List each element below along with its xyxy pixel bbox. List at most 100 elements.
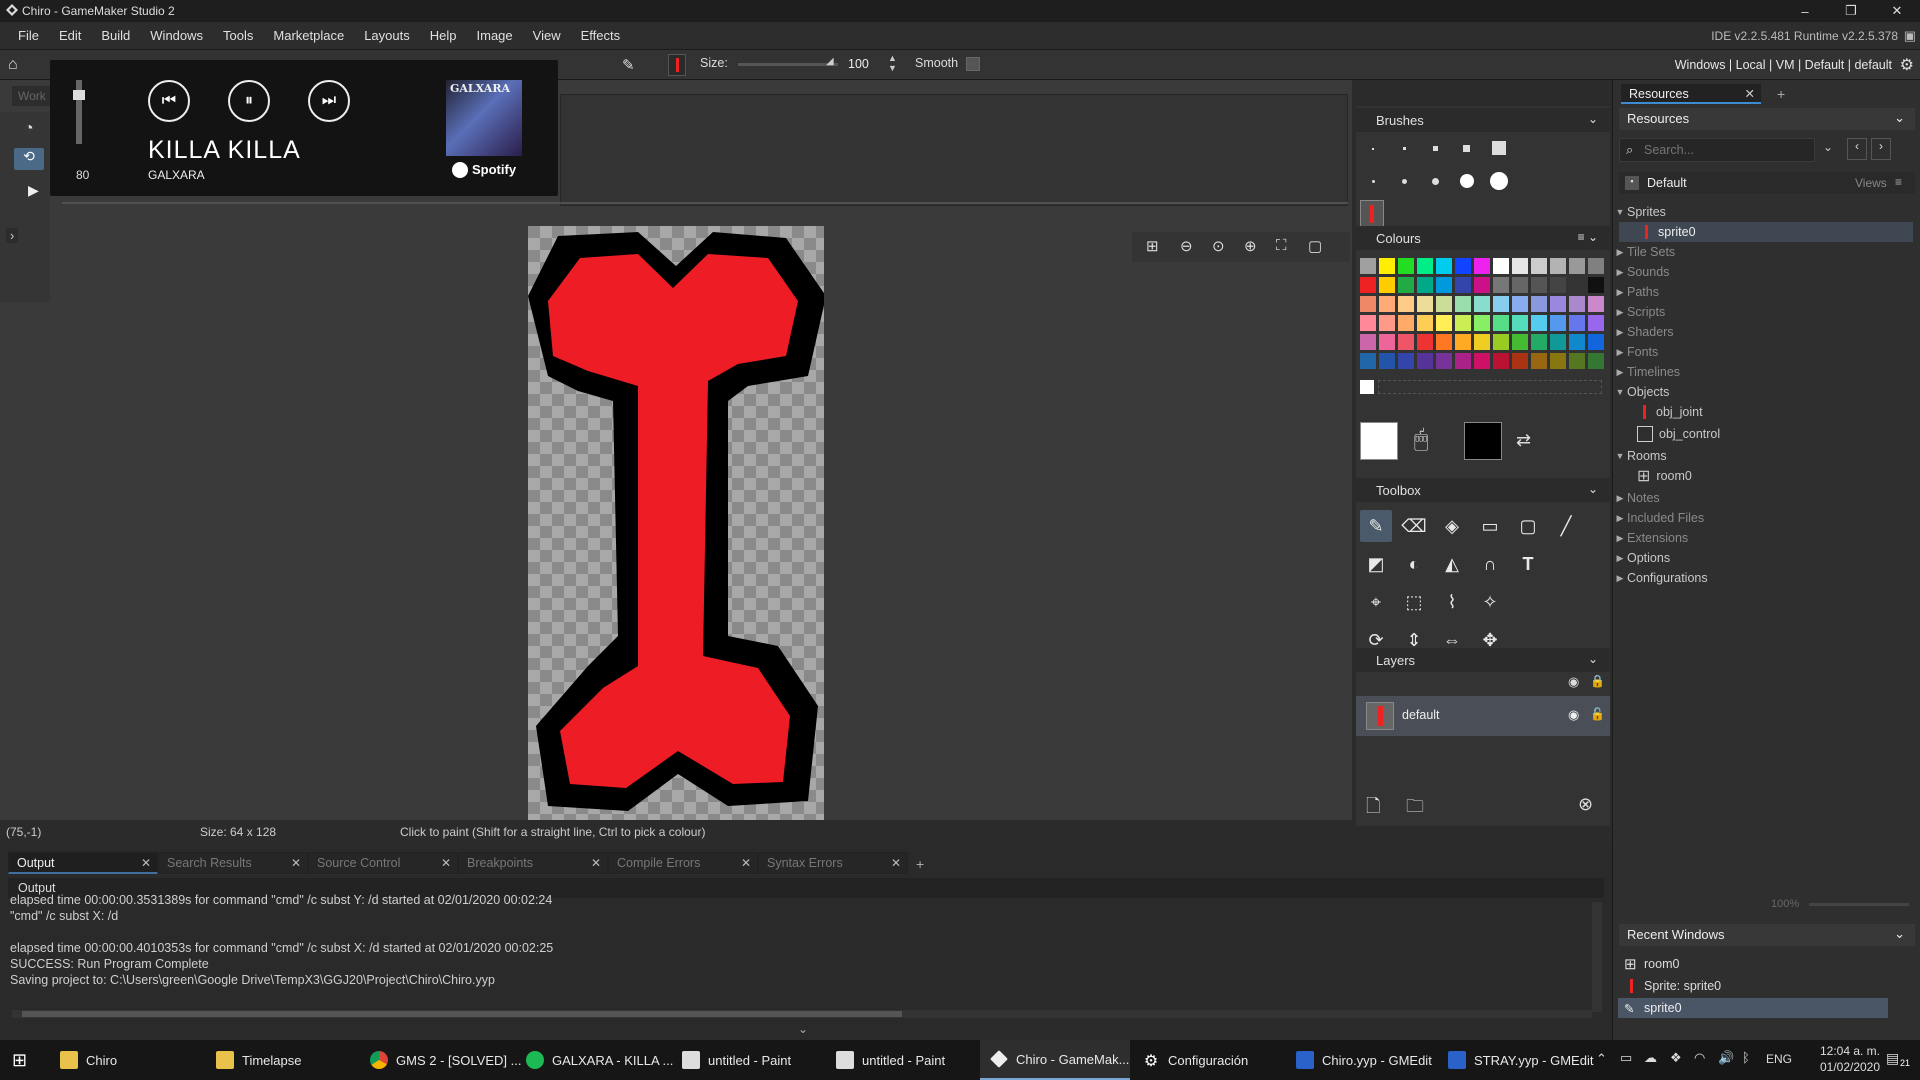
select-tool-icon[interactable]: ⬚ xyxy=(1398,586,1430,618)
colour-swatch[interactable] xyxy=(1436,258,1452,274)
colour-swatch[interactable] xyxy=(1550,258,1566,274)
tree-sprites[interactable]: ▼ Sprites xyxy=(1613,202,1913,222)
colour-swatch[interactable] xyxy=(1455,258,1471,274)
new-layer-folder-icon[interactable]: 🗀 xyxy=(1406,794,1424,824)
smooth-checkbox[interactable] xyxy=(966,57,980,71)
colour-swatch[interactable] xyxy=(1550,277,1566,293)
custom-colour-white[interactable] xyxy=(1360,380,1374,394)
custom-colour-slots[interactable] xyxy=(1378,380,1602,394)
colour-swatch[interactable] xyxy=(1455,277,1471,293)
settings-icon[interactable]: ⚙ xyxy=(1900,55,1914,75)
resources-header[interactable]: Resources ⌄ xyxy=(1619,108,1915,130)
colour-swatch[interactable] xyxy=(1474,277,1490,293)
recent-item-room0[interactable]: ⊞ room0 xyxy=(1618,954,1888,974)
forward-icon[interactable]: › xyxy=(1871,138,1891,160)
task-gmedit-stray[interactable]: STRAY.yyp - GMEdit xyxy=(1448,1040,1593,1080)
colour-swatch[interactable] xyxy=(1455,353,1471,369)
colour-swatch[interactable] xyxy=(1493,334,1509,350)
lasso-tool-icon[interactable]: ⌇ xyxy=(1436,586,1468,618)
task-settings[interactable]: ⚙ Configuración xyxy=(1142,1040,1248,1080)
swap-colours-icon[interactable]: ⇄ xyxy=(1516,430,1531,451)
menu-image[interactable]: Image xyxy=(467,28,523,43)
minimize-button[interactable]: – xyxy=(1782,0,1828,22)
primary-colour-swatch[interactable] xyxy=(1360,422,1398,460)
menu-build[interactable]: Build xyxy=(91,28,140,43)
colour-swatch[interactable] xyxy=(1417,334,1433,350)
colour-swatch[interactable] xyxy=(1379,277,1395,293)
close-icon[interactable]: ✕ xyxy=(591,856,601,870)
size-stepper[interactable]: ▲ ▼ xyxy=(888,53,897,73)
play-icon[interactable]: ▶ xyxy=(28,182,39,199)
tree-extensions[interactable]: ▶ Extensions xyxy=(1613,528,1913,548)
brush-round-4[interactable] xyxy=(1460,174,1474,188)
polygon-tool-icon[interactable]: ◭ xyxy=(1436,548,1468,580)
views-label[interactable]: Views xyxy=(1855,176,1887,190)
layer-row-default[interactable]: default ◉ 🔓 xyxy=(1356,696,1610,736)
add-tab-icon[interactable]: + xyxy=(1777,86,1785,102)
visibility-icon[interactable]: ◉ xyxy=(1568,674,1579,690)
brush-5px[interactable] xyxy=(1492,141,1506,155)
menu-windows[interactable]: Windows xyxy=(140,28,213,43)
colour-swatch[interactable] xyxy=(1379,353,1395,369)
brush-round-5[interactable] xyxy=(1490,172,1508,190)
lock-icon[interactable]: 🔒 xyxy=(1590,674,1605,688)
brush-round-2[interactable] xyxy=(1402,179,1407,184)
colour-swatch[interactable] xyxy=(1588,334,1604,350)
notifications-icon[interactable]: ▤ xyxy=(1886,1050,1899,1067)
colour-swatch[interactable] xyxy=(1379,258,1395,274)
expand-arrow-icon[interactable]: › xyxy=(6,228,19,243)
colour-swatch[interactable] xyxy=(1417,353,1433,369)
colour-swatch[interactable] xyxy=(1474,258,1490,274)
tree-timelines[interactable]: ▶ Timelines xyxy=(1613,362,1913,382)
zoom-in-icon[interactable]: ⊕ xyxy=(1244,237,1257,255)
tree-sounds[interactable]: ▶ Sounds xyxy=(1613,262,1913,282)
volume-slider[interactable] xyxy=(73,80,85,144)
menu-help[interactable]: Help xyxy=(420,28,467,43)
colour-swatch[interactable] xyxy=(1398,277,1414,293)
colour-swatch[interactable] xyxy=(1360,258,1376,274)
tree-item-obj-control[interactable]: obj_control xyxy=(1613,424,1913,444)
colour-picker-tool-icon[interactable]: ⌖ xyxy=(1360,586,1392,618)
bluetooth-icon[interactable]: ᛒ xyxy=(1742,1050,1750,1065)
colour-swatch[interactable] xyxy=(1455,315,1471,331)
layer-visibility-icon[interactable]: ◉ xyxy=(1568,707,1579,723)
colour-swatch[interactable] xyxy=(1436,277,1452,293)
menu-effects[interactable]: Effects xyxy=(571,28,631,43)
brush-round-1[interactable] xyxy=(1372,180,1375,183)
colour-swatch[interactable] xyxy=(1436,315,1452,331)
colour-swatch[interactable] xyxy=(1493,353,1509,369)
ellipse-tool-icon[interactable]: ◐ xyxy=(1398,548,1430,580)
home-icon[interactable]: ⌂ xyxy=(8,56,18,74)
custom-brush-icon[interactable] xyxy=(1360,200,1384,228)
pencil-tool-icon[interactable]: ✎ xyxy=(1360,510,1392,542)
colour-swatch[interactable] xyxy=(1569,277,1585,293)
colour-swatch[interactable] xyxy=(1455,334,1471,350)
colour-swatch[interactable] xyxy=(1531,353,1547,369)
tree-item-sprite0[interactable]: sprite0 xyxy=(1619,222,1913,242)
colour-swatch[interactable] xyxy=(1550,296,1566,312)
layers-header[interactable]: Layers ⌄ xyxy=(1356,648,1610,672)
colour-swatch[interactable] xyxy=(1512,315,1528,331)
colour-swatch[interactable] xyxy=(1379,296,1395,312)
layer-lock-icon[interactable]: 🔓 xyxy=(1590,707,1605,721)
colour-swatch[interactable] xyxy=(1569,296,1585,312)
tab-breakpoints[interactable]: Breakpoints ✕ xyxy=(458,852,608,874)
brush-4px[interactable] xyxy=(1463,145,1470,152)
resources-tab[interactable]: Resources ✕ xyxy=(1621,84,1761,104)
colour-swatch[interactable] xyxy=(1493,315,1509,331)
text-tool-icon[interactable]: T xyxy=(1512,548,1544,580)
zoom-slider[interactable] xyxy=(1809,903,1909,906)
colour-swatch[interactable] xyxy=(1455,296,1471,312)
tree-notes[interactable]: ▶ Notes xyxy=(1613,488,1913,508)
fit-icon[interactable]: ⛶ xyxy=(1276,237,1287,254)
zoom-reset-icon[interactable]: ⊙ xyxy=(1212,237,1225,255)
view-mode-icon[interactable]: ▢ xyxy=(1308,237,1322,255)
colour-swatch[interactable] xyxy=(1588,353,1604,369)
colour-swatch[interactable] xyxy=(1512,296,1528,312)
colour-swatch[interactable] xyxy=(1474,296,1490,312)
colour-swatch[interactable] xyxy=(1588,296,1604,312)
pencil-icon[interactable]: ✎ xyxy=(622,56,635,74)
size-value[interactable]: 100 xyxy=(848,57,869,71)
colour-swatch[interactable] xyxy=(1531,296,1547,312)
tree-rooms[interactable]: ▼ Rooms xyxy=(1613,446,1913,466)
